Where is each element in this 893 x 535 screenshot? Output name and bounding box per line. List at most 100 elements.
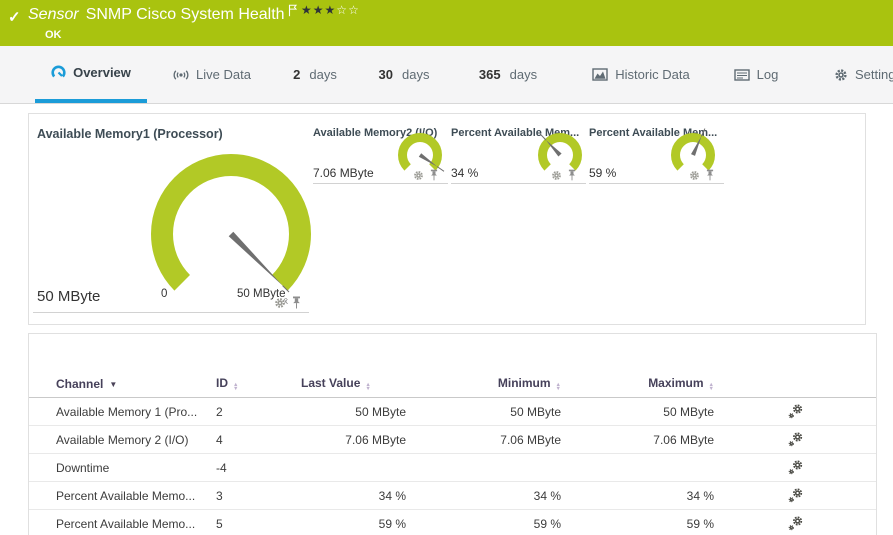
gauge-secondary-1: Available Memory2 (I/O) 7.06 MByte (313, 120, 448, 184)
cell-minimum: 59 % (406, 510, 561, 535)
cell-edit (714, 510, 876, 535)
sort-icon: ▲▼ (556, 383, 561, 392)
tab-bar: Overview Live Data 2days 30days 365days … (0, 46, 893, 104)
star-icon: ☆ (336, 3, 348, 17)
tab-label: days (309, 67, 336, 82)
check-icon: ✓ (8, 8, 21, 26)
gauge-actions (413, 169, 438, 181)
cell-last-value: 59 % (301, 510, 406, 535)
gear-icon[interactable] (689, 170, 700, 181)
tab-label: Overview (73, 65, 131, 80)
tab-settings[interactable]: Settings (822, 46, 893, 103)
cell-id: -4 (216, 454, 301, 482)
star-icon: ★ (313, 3, 325, 17)
cell-last-value: 50 MByte (301, 398, 406, 426)
tab-30-days[interactable]: 30 days (368, 46, 440, 103)
prtg-sensor-page: ✓ SensorSNMP Cisco System Health ★★★☆☆ O… (0, 0, 893, 535)
tab-number: 30 (379, 67, 393, 82)
pin-icon[interactable] (292, 296, 301, 309)
gauge-value: 59 % (589, 166, 616, 180)
sensor-title-line: SensorSNMP Cisco System Health (28, 6, 285, 24)
gauge-primary: Available Memory1 (Processor) x̄ 0 50 MB… (33, 120, 309, 313)
column-header-channel[interactable]: Channel▼ (29, 370, 216, 398)
column-header-last-value[interactable]: Last Value▲▼ (301, 370, 406, 398)
tab-live-data[interactable]: Live Data (160, 46, 264, 103)
cell-maximum: 50 MByte (561, 398, 714, 426)
gauge-scale-min: 0 (161, 288, 167, 300)
gauge-title: Available Memory2 (I/O) (313, 127, 437, 139)
tab-label: days (402, 67, 429, 82)
tab-365-days[interactable]: 365days (466, 46, 550, 103)
sort-icon: ▲▼ (709, 383, 714, 392)
tab-2-days[interactable]: 2 days (283, 46, 347, 103)
cell-minimum: 7.06 MByte (406, 426, 561, 454)
channel-settings-icon[interactable] (788, 404, 803, 419)
cell-minimum: 34 % (406, 482, 561, 510)
pin-icon[interactable] (430, 169, 438, 181)
log-icon (734, 69, 750, 81)
cell-id: 5 (216, 510, 301, 535)
priority-stars[interactable]: ★★★☆☆ (301, 3, 360, 17)
cell-channel: Percent Available Memo... (29, 510, 216, 535)
channel-table: Channel▼ ID▲▼ Last Value▲▼ Minimum▲▼ Max… (29, 370, 876, 535)
table-row[interactable]: Percent Available Memo... 3 34 % 34 % 34… (29, 482, 876, 510)
tab-overview[interactable]: Overview (35, 46, 147, 103)
table-row[interactable]: Percent Available Memo... 5 59 % 59 % 59… (29, 510, 876, 535)
tab-label: Live Data (196, 67, 251, 82)
sort-desc-icon: ▼ (109, 380, 117, 389)
cell-maximum: 7.06 MByte (561, 426, 714, 454)
gauge-actions (274, 296, 301, 309)
status-badge: OK (45, 29, 62, 41)
live-data-icon (173, 68, 189, 82)
gauge-icon (51, 65, 66, 80)
gear-icon[interactable] (551, 170, 562, 181)
tab-label: days (510, 67, 537, 82)
pin-icon[interactable] (568, 169, 576, 181)
historic-data-icon (592, 68, 608, 81)
channel-settings-icon[interactable] (788, 460, 803, 475)
column-header-minimum[interactable]: Minimum▲▼ (406, 370, 561, 398)
gauge-title: Percent Available Mem... (451, 127, 579, 139)
column-header-edit (714, 370, 876, 398)
gauge-value: 50 MByte (37, 288, 100, 305)
channel-settings-icon[interactable] (788, 488, 803, 503)
gauge-secondary-3: Percent Available Mem... 59 % (589, 120, 724, 184)
cell-edit (714, 454, 876, 482)
gauge-title: Available Memory1 (Processor) (37, 127, 223, 141)
flag-icon (288, 4, 297, 22)
table-row[interactable]: Available Memory 1 (Pro... 2 50 MByte 50… (29, 398, 876, 426)
cell-id: 3 (216, 482, 301, 510)
gauges-panel: Available Memory1 (Processor) x̄ 0 50 MB… (28, 113, 866, 325)
sensor-header: ✓ SensorSNMP Cisco System Health ★★★☆☆ O… (0, 0, 893, 46)
cell-last-value (301, 454, 406, 482)
cell-channel: Downtime (29, 454, 216, 482)
gauge-secondary-2: Percent Available Mem... 34 % (451, 120, 586, 184)
table-header-row: Channel▼ ID▲▼ Last Value▲▼ Minimum▲▼ Max… (29, 370, 876, 398)
channel-settings-icon[interactable] (788, 516, 803, 531)
gear-icon[interactable] (274, 297, 286, 309)
cell-maximum: 34 % (561, 482, 714, 510)
pin-icon[interactable] (706, 169, 714, 181)
tab-label: Log (757, 67, 779, 82)
tab-label: Historic Data (615, 67, 689, 82)
star-icon: ★ (301, 3, 313, 17)
gear-icon[interactable] (413, 170, 424, 181)
table-row[interactable]: Available Memory 2 (I/O) 4 7.06 MByte 7.… (29, 426, 876, 454)
column-header-maximum[interactable]: Maximum▲▼ (561, 370, 714, 398)
cell-id: 4 (216, 426, 301, 454)
column-header-id[interactable]: ID▲▼ (216, 370, 301, 398)
cell-id: 2 (216, 398, 301, 426)
tab-historic-data[interactable]: Historic Data (583, 46, 699, 103)
table-row[interactable]: Downtime -4 (29, 454, 876, 482)
cell-last-value: 7.06 MByte (301, 426, 406, 454)
gauge-title: Percent Available Mem... (589, 127, 717, 139)
channel-settings-icon[interactable] (788, 432, 803, 447)
star-icon: ★ (325, 3, 337, 17)
gauge-value: 7.06 MByte (313, 166, 374, 180)
cell-channel: Available Memory 1 (Pro... (29, 398, 216, 426)
tab-number: 2 (293, 67, 300, 82)
tab-log[interactable]: Log (728, 46, 784, 103)
cell-edit (714, 398, 876, 426)
cell-edit (714, 482, 876, 510)
gauge-value: 34 % (451, 166, 478, 180)
